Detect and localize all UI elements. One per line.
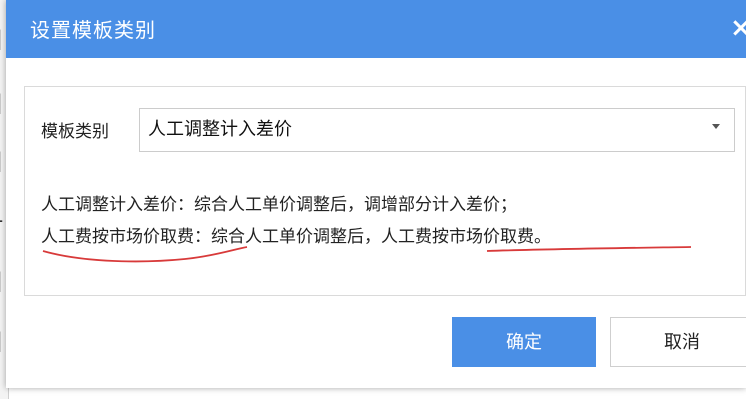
background-fragment: | [0,92,3,112]
description-emphasis-2: 人工费按市场价取费。 [381,227,551,247]
set-template-category-dialog: 设置模板类别 × 模板类别 人工调整计入差价 人工调整计入差价：综合人工单价调整… [6,0,746,388]
background-fragment: | [0,28,3,48]
description-line-2: 人工费按市场价取费：综合人工单价调整后，人工费按市场价取费。 [41,225,551,249]
description-line-1: 人工调整计入差价：综合人工单价调整后，调增部分计入差价； [41,195,517,215]
dialog-title: 设置模板类别 [30,18,156,42]
annotation-underline-1 [42,246,248,263]
background-fragment: - [0,210,3,230]
category-panel: 模板类别 人工调整计入差价 人工调整计入差价：综合人工单价调整后，调增部分计入差… [24,86,746,296]
cancel-button[interactable]: 取消 [610,317,746,367]
category-select-value: 人工调整计入差价 [148,119,292,140]
background-fragment: | [0,330,3,350]
confirm-button[interactable]: 确定 [452,317,596,367]
description-text: ：综合人工单价调整后， [194,227,381,247]
background-fragment: | [0,150,3,170]
chevron-down-icon[interactable] [712,124,720,129]
dialog-titlebar: 设置模板类别 × [6,0,746,58]
description-emphasis-1: 人工费按市场价取费 [41,227,194,247]
category-select[interactable]: 人工调整计入差价 [139,108,735,152]
category-label: 模板类别 [41,122,109,142]
background-fragment: | [0,270,3,290]
close-icon[interactable]: × [730,14,746,42]
